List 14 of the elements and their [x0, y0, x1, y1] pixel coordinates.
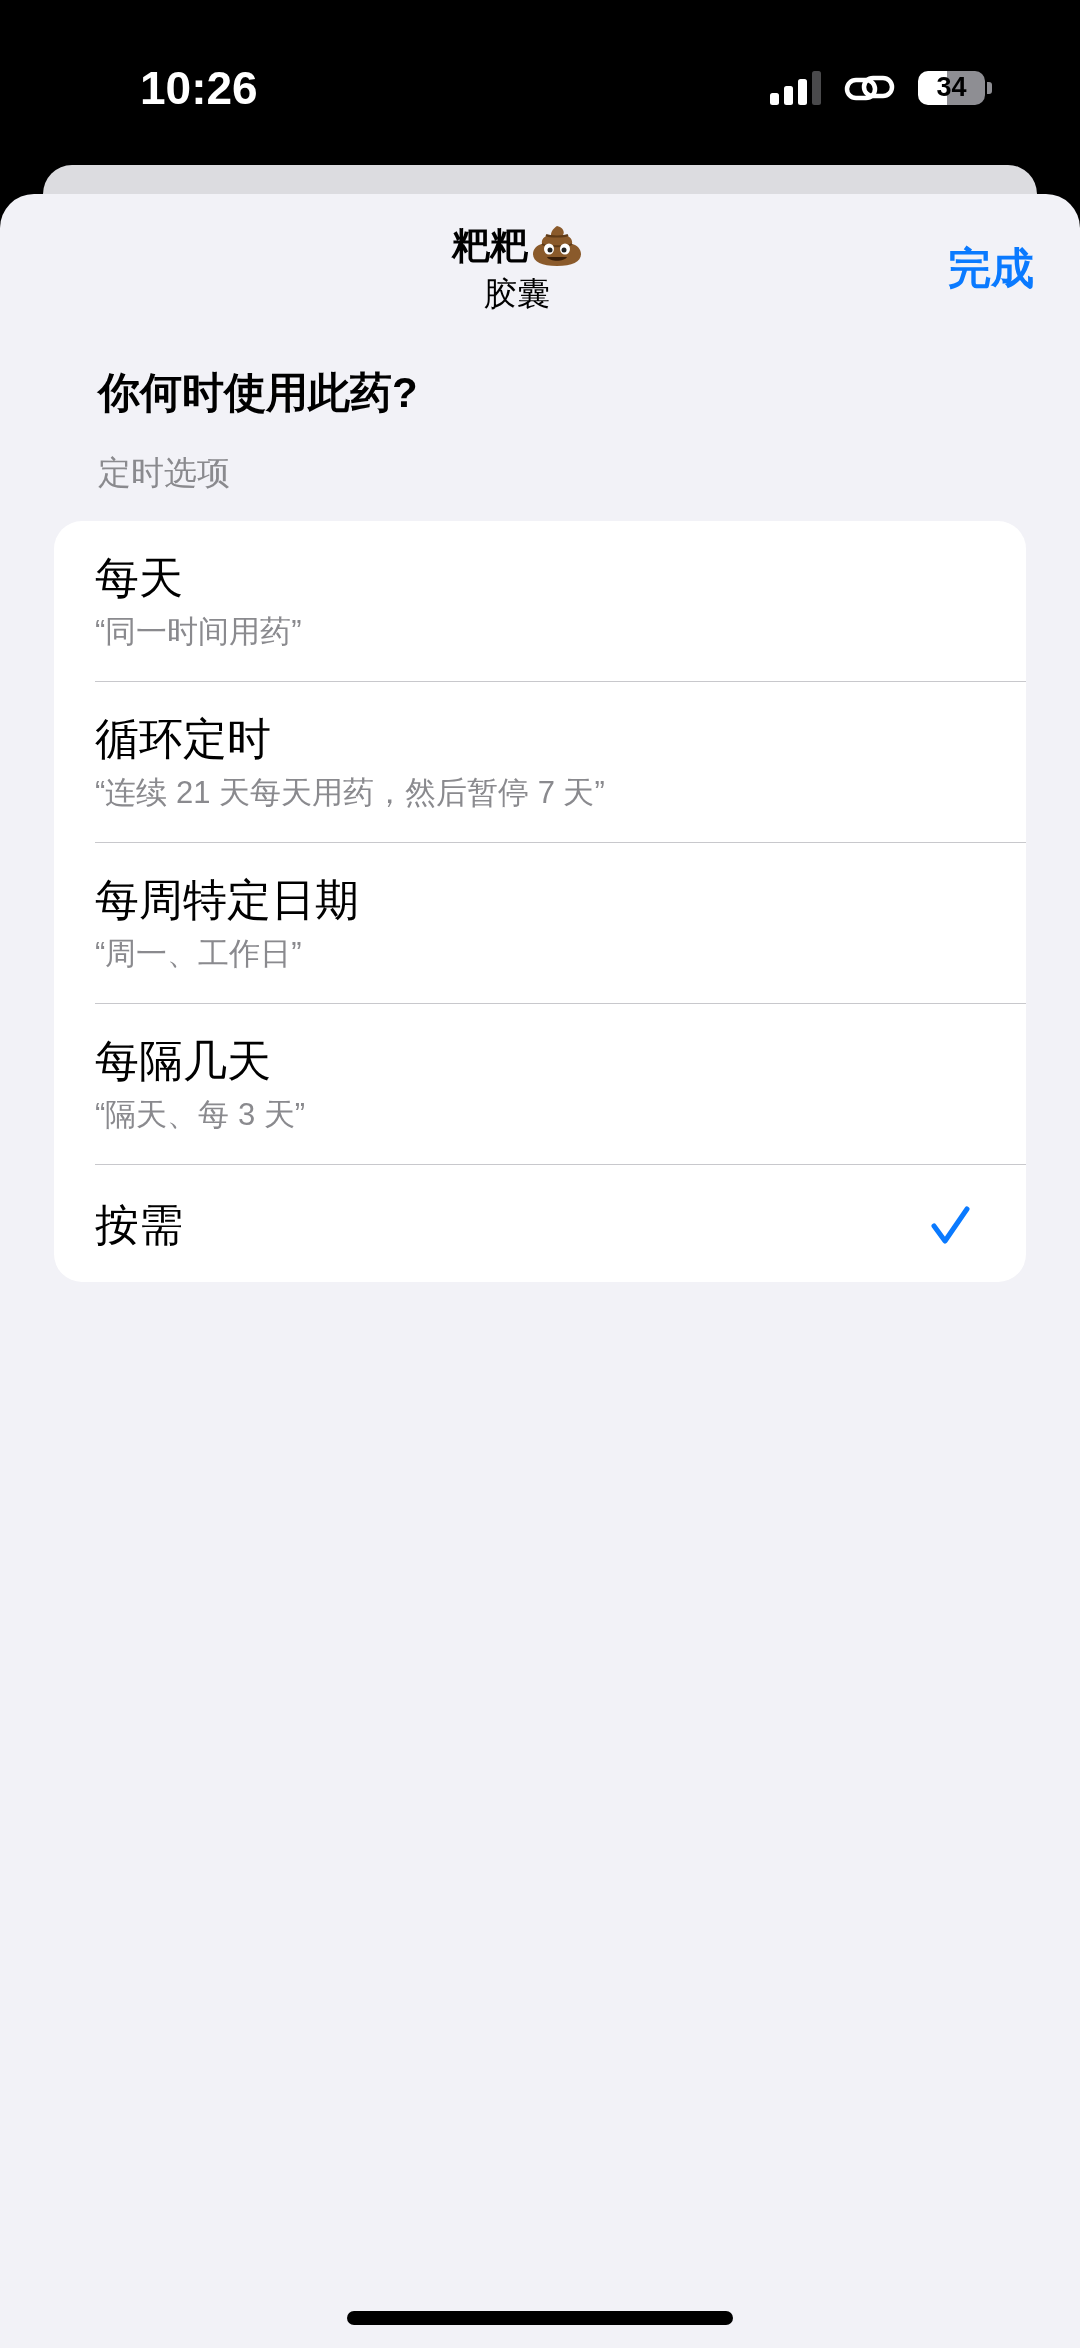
timing-option[interactable]: 每隔几天 “隔天、每 3 天” [54, 1004, 1026, 1165]
checkmark-icon [930, 1205, 971, 1245]
status-time: 10:26 [140, 64, 258, 111]
signal-icon [770, 70, 821, 105]
chain-link-icon [844, 73, 895, 102]
section-header: 定时选项 [98, 453, 230, 493]
timing-option[interactable]: 循环定时 “连续 21 天每天用药，然后暂停 7 天” [54, 682, 1026, 843]
done-button[interactable]: 完成 [948, 246, 1034, 290]
sheet-subtitle: 胶囊 [484, 274, 550, 314]
question-heading: 你何时使用此药? [98, 368, 418, 418]
sheet-title: 粑粑 [452, 226, 528, 264]
timing-option[interactable]: 按需 [54, 1165, 1026, 1282]
timing-option[interactable]: 每天 “同一时间用药” [54, 521, 1026, 682]
timing-option[interactable]: 每周特定日期 “周一、工作日” [54, 843, 1026, 1004]
